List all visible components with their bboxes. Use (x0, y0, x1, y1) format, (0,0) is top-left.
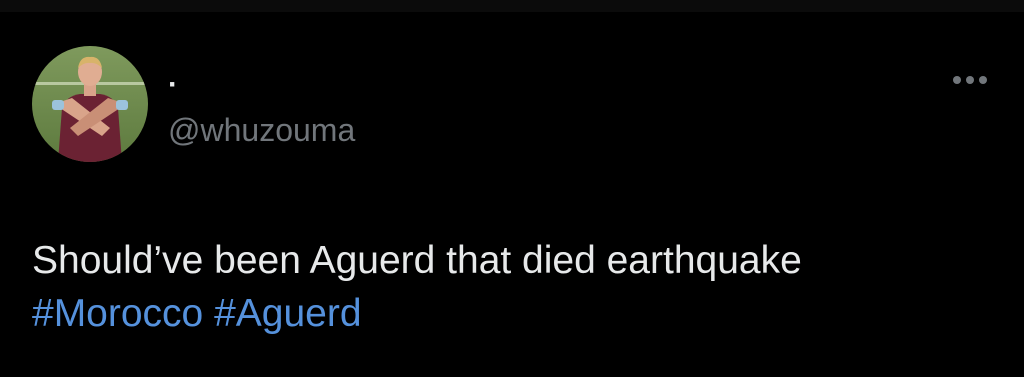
display-name[interactable]: · (168, 70, 178, 100)
tweet-text: Should’ve been Aguerd that died earthqua… (32, 234, 992, 340)
avatar-image (32, 46, 148, 162)
more-options-button[interactable] (946, 68, 994, 92)
hashtag-link[interactable]: #Morocco (32, 292, 203, 335)
more-horizontal-icon (953, 76, 987, 84)
user-handle[interactable]: @whuzouma (168, 112, 355, 148)
tweet-text-body: Should’ve been Aguerd that died earthqua… (32, 239, 802, 282)
hashtag-link[interactable]: #Aguerd (214, 292, 361, 335)
avatar[interactable] (32, 46, 148, 162)
top-bar (0, 0, 1024, 12)
tweet-hashtags: #Morocco #Aguerd (32, 287, 992, 340)
tweet: · @whuzouma Should’ve been Aguerd that d… (0, 12, 1024, 377)
